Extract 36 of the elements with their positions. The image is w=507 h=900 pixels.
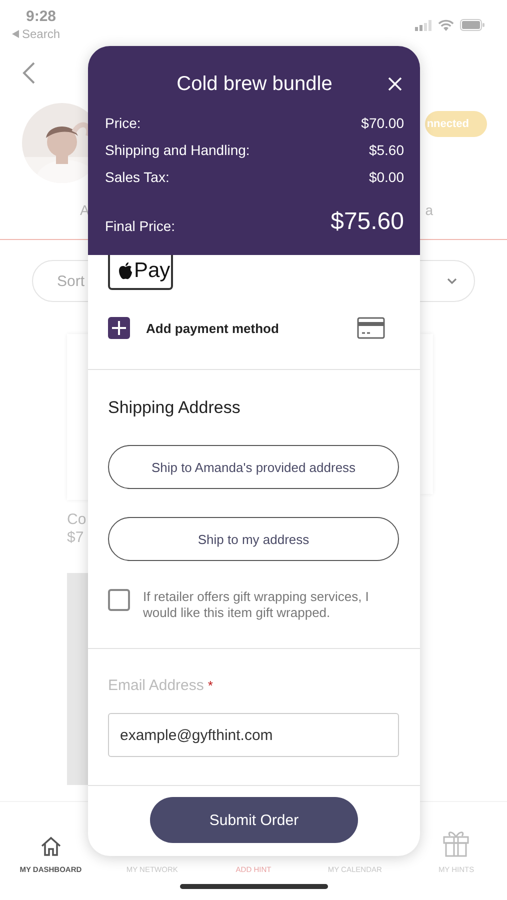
plus-icon[interactable] bbox=[108, 317, 130, 339]
final-price-label: Final Price: bbox=[105, 217, 176, 236]
ship-option-button[interactable]: Ship to Amanda's provided address bbox=[108, 445, 399, 489]
close-icon[interactable] bbox=[388, 77, 402, 91]
product-price: $7 bbox=[67, 529, 85, 547]
final-price-value: $75.60 bbox=[330, 207, 404, 237]
product-title: Co bbox=[67, 511, 88, 529]
apple-pay-button[interactable]: Pay bbox=[108, 255, 173, 290]
modal-title: Cold brew bundle bbox=[176, 72, 334, 96]
summary-value: $0.00 bbox=[368, 168, 404, 187]
checkbox-label: If retailer offers gift wrapping services, I would like this item gift wrapped. bbox=[143, 589, 370, 621]
email-input-field[interactable]: example@gyfthint.com bbox=[108, 713, 399, 757]
battery-icon bbox=[460, 19, 485, 31]
apple-icon bbox=[118, 262, 133, 280]
submit-button[interactable]: Submit Order bbox=[150, 797, 358, 843]
field-label: Email Address * bbox=[108, 677, 214, 695]
summary-value: $70.00 bbox=[361, 114, 404, 133]
status-time: 9:28 bbox=[25, 8, 58, 25]
summary-label: Sales Tax: bbox=[105, 168, 170, 187]
back-icon[interactable] bbox=[22, 62, 36, 84]
checkbox[interactable] bbox=[108, 589, 130, 611]
summary-label: Price: bbox=[105, 114, 141, 133]
summary-label: Shipping and Handling: bbox=[105, 141, 250, 160]
status-badge: nnected bbox=[424, 111, 487, 137]
home-icon bbox=[40, 835, 62, 857]
signal-icon bbox=[415, 20, 432, 30]
credit-card-icon bbox=[357, 317, 385, 339]
ship-option-button[interactable]: Ship to my address bbox=[108, 517, 399, 561]
gift-icon bbox=[443, 829, 470, 857]
section-heading: Shipping Address bbox=[108, 398, 242, 418]
add-payment-label[interactable]: Add payment method bbox=[146, 320, 357, 336]
wifi-icon bbox=[438, 19, 454, 31]
back-triangle-icon[interactable] bbox=[12, 30, 19, 38]
chevron-down-icon bbox=[447, 278, 457, 284]
summary-value: $5.60 bbox=[368, 141, 404, 160]
profile-name: a bbox=[425, 202, 433, 220]
